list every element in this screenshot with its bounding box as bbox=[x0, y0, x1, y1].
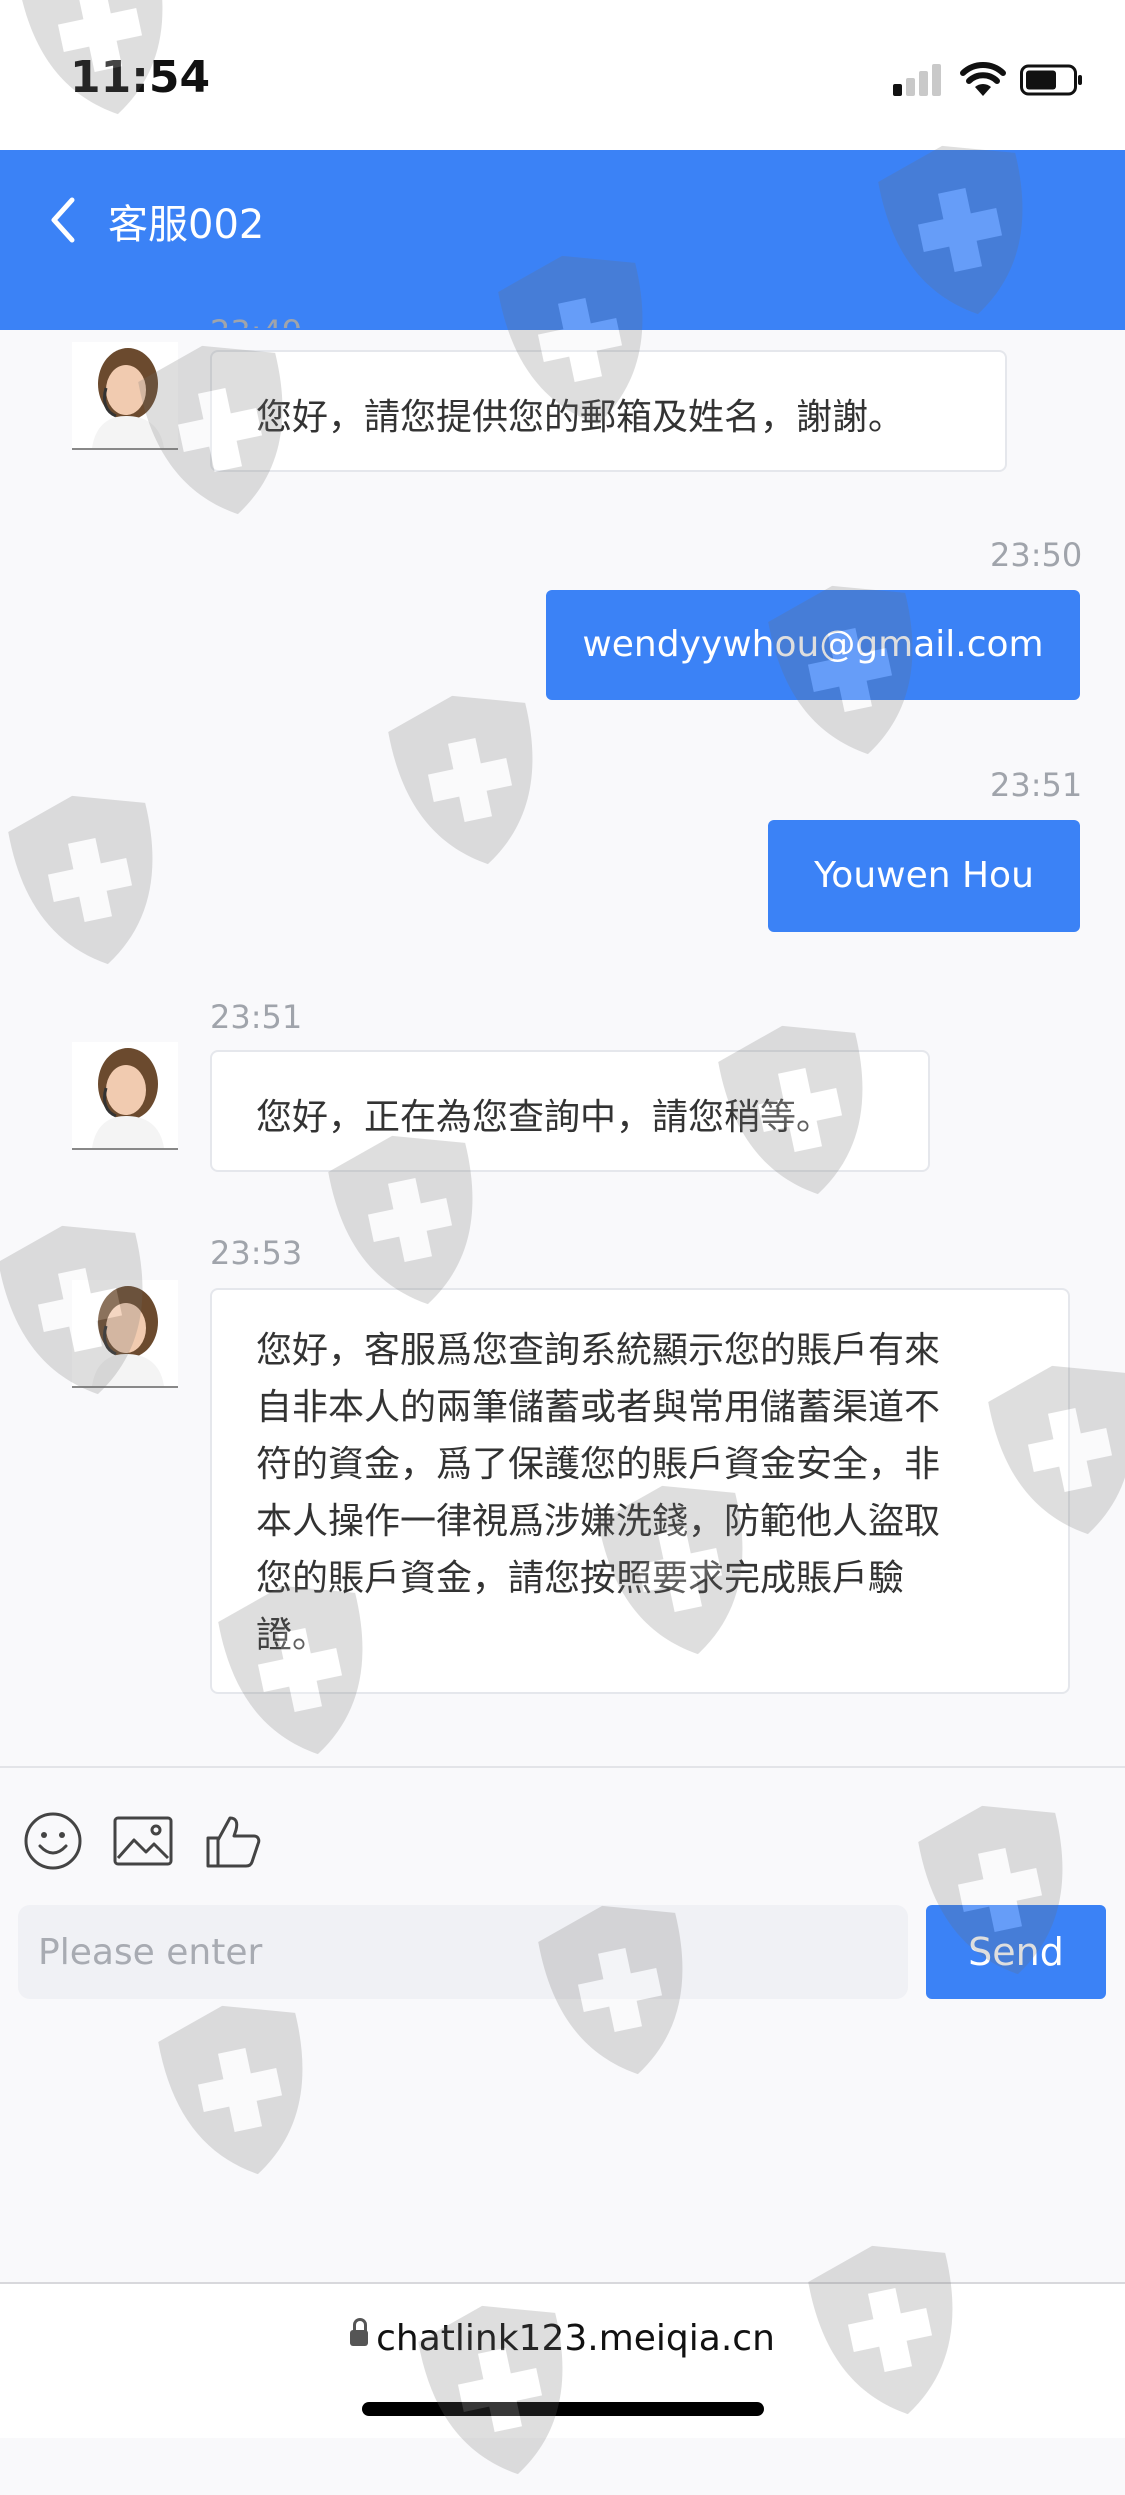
url-bar[interactable]: chatlink123.meiqia.cn bbox=[0, 2318, 1125, 2359]
message-timestamp: 23:50 bbox=[990, 536, 1083, 574]
agent-avatar bbox=[72, 1280, 178, 1388]
message-line: 自非本人的兩筆儲蓄或者與常用儲蓄渠道不 bbox=[256, 1387, 941, 1428]
message-timestamp: 23:51 bbox=[210, 998, 303, 1036]
message-text: 您好，正在為您查詢中，請您稍等。 bbox=[256, 1097, 833, 1138]
watermark-shield-icon bbox=[143, 1985, 337, 2194]
message-timestamp: 23:53 bbox=[210, 1234, 303, 1272]
status-bar: 11:54 bbox=[0, 0, 1125, 150]
agent-avatar bbox=[72, 342, 178, 450]
agent-message-bubble: 您好，正在為您查詢中，請您稍等。 bbox=[210, 1050, 930, 1172]
message-text: Youwen Hou bbox=[814, 855, 1034, 896]
composer-divider bbox=[0, 1766, 1125, 1768]
page-title: 客服002 bbox=[108, 202, 265, 248]
user-message-bubble: wendyywhou@gmail.com bbox=[546, 590, 1080, 700]
send-button[interactable]: Send bbox=[926, 1905, 1106, 1999]
home-indicator[interactable] bbox=[362, 2402, 764, 2416]
chat-messages[interactable]: 23:49 您好，請您提供您的郵箱及姓名，謝謝。 23:50 wendyywho… bbox=[0, 313, 1125, 1766]
message-timestamp: 23:49 bbox=[210, 302, 302, 328]
message-input[interactable] bbox=[18, 1905, 908, 1999]
battery-icon bbox=[1020, 64, 1082, 96]
agent-message-bubble: 您好，請您提供您的郵箱及姓名，謝謝。 bbox=[210, 350, 1007, 472]
message-text: 您好，請您提供您的郵箱及姓名，謝謝。 bbox=[256, 397, 905, 438]
status-time: 11:54 bbox=[70, 52, 211, 103]
message-text: wendyywhou@gmail.com bbox=[582, 624, 1044, 665]
message-line: 您好，客服爲您查詢系統顯示您的賬戶有來 bbox=[256, 1330, 941, 1371]
agent-message-bubble: 您好，客服爲您查詢系統顯示您的賬戶有來 自非本人的兩筆儲蓄或者與常用儲蓄渠道不 … bbox=[210, 1288, 1070, 1694]
user-message-bubble: Youwen Hou bbox=[768, 820, 1080, 932]
browser-bottom-bar: chatlink123.meiqia.cn bbox=[0, 2282, 1125, 2438]
message-line: 您的賬戶資金，請您按照要求完成賬戶驗 bbox=[256, 1558, 905, 1599]
message-line: 本人操作一律視爲涉嫌洗錢，防範他人盜取 bbox=[256, 1501, 941, 1542]
image-icon[interactable] bbox=[112, 1810, 174, 1872]
url-text: chatlink123.meiqia.cn bbox=[376, 2318, 775, 2359]
smiley-icon[interactable] bbox=[22, 1810, 84, 1872]
agent-avatar bbox=[72, 1042, 178, 1150]
lock-icon bbox=[350, 2318, 369, 2346]
back-chevron-icon[interactable] bbox=[44, 190, 84, 250]
wifi-icon bbox=[960, 62, 1006, 96]
message-line: 證。 bbox=[256, 1615, 329, 1656]
cellular-signal-icon bbox=[893, 62, 943, 96]
chat-header: 客服002 bbox=[0, 150, 1125, 330]
thumbs-up-icon[interactable] bbox=[202, 1810, 264, 1872]
message-line: 符的資金，爲了保護您的賬戶資金安全，非 bbox=[256, 1444, 941, 1485]
message-timestamp: 23:51 bbox=[990, 766, 1083, 804]
